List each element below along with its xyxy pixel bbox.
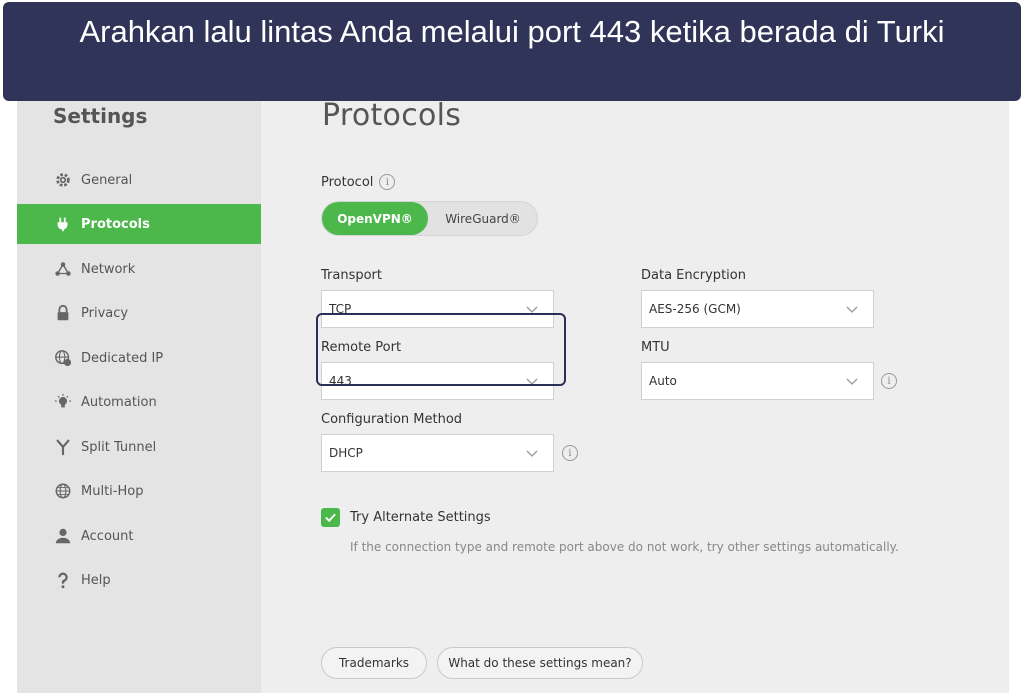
sidebar-item-label: Split Tunnel xyxy=(81,439,157,455)
settings-help-button[interactable]: What do these settings mean? xyxy=(437,647,643,679)
sidebar-item-label: Privacy xyxy=(81,305,129,321)
sidebar-item-protocols[interactable]: Protocols xyxy=(17,204,261,244)
sidebar-item-split-tunnel[interactable]: Split Tunnel xyxy=(17,427,261,467)
main-panel: Protocols Protocol i OpenVPN® WireGuard®… xyxy=(261,100,1009,693)
settings-window: Settings General Protocols Network Priva… xyxy=(17,100,1009,693)
gear-icon xyxy=(53,170,73,190)
question-icon xyxy=(53,570,73,590)
sidebar-item-help[interactable]: Help xyxy=(17,560,261,600)
sidebar-item-label: General xyxy=(81,172,133,188)
info-icon[interactable]: i xyxy=(881,373,897,389)
sidebar: Settings General Protocols Network Priva… xyxy=(17,100,261,693)
alternate-settings-label: Try Alternate Settings xyxy=(350,510,491,525)
config-method-select[interactable]: DHCP xyxy=(321,434,554,472)
alternate-settings-checkbox[interactable] xyxy=(321,508,340,527)
lightbulb-icon xyxy=(53,392,73,412)
checkmark-icon xyxy=(325,513,336,523)
sidebar-item-dedicated-ip[interactable]: Dedicated IP xyxy=(17,338,261,378)
sidebar-item-multi-hop[interactable]: Multi-Hop xyxy=(17,471,261,511)
trademarks-button[interactable]: Trademarks xyxy=(321,647,427,679)
data-encryption-value: AES-256 (GCM) xyxy=(649,302,741,316)
chevron-down-icon xyxy=(526,450,538,457)
sidebar-item-network[interactable]: Network xyxy=(17,249,261,289)
user-icon xyxy=(53,526,73,546)
chevron-down-icon xyxy=(846,378,858,385)
protocol-toggle: OpenVPN® WireGuard® xyxy=(321,201,538,236)
plug-icon xyxy=(53,214,73,234)
sidebar-item-account[interactable]: Account xyxy=(17,516,261,556)
sidebar-item-label: Multi-Hop xyxy=(81,483,144,499)
sidebar-item-general[interactable]: General xyxy=(17,160,261,200)
transport-label: Transport xyxy=(321,268,383,283)
protocol-label-row: Protocol i xyxy=(321,174,396,190)
sidebar-title: Settings xyxy=(53,104,148,128)
protocol-option-wireguard[interactable]: WireGuard® xyxy=(428,202,538,235)
globe-icon xyxy=(53,481,73,501)
data-encryption-select[interactable]: AES-256 (GCM) xyxy=(641,290,874,328)
protocol-option-openvpn[interactable]: OpenVPN® xyxy=(322,202,428,235)
sidebar-item-label: Help xyxy=(81,572,111,588)
info-icon[interactable]: i xyxy=(562,445,578,461)
sidebar-item-automation[interactable]: Automation xyxy=(17,382,261,422)
sidebar-item-label: Protocols xyxy=(81,216,150,232)
page-title: Protocols xyxy=(322,100,462,133)
mtu-value: Auto xyxy=(649,374,677,388)
lock-icon xyxy=(53,303,73,323)
config-method-value: DHCP xyxy=(329,446,363,460)
config-method-label: Configuration Method xyxy=(321,412,463,427)
network-icon xyxy=(53,259,73,279)
chevron-down-icon xyxy=(846,306,858,313)
split-icon xyxy=(53,437,73,457)
remote-port-highlight xyxy=(316,313,566,386)
mtu-label: MTU xyxy=(641,340,670,355)
data-encryption-label: Data Encryption xyxy=(641,268,746,283)
protocol-label: Protocol xyxy=(321,174,374,190)
globe-ip-icon xyxy=(53,348,73,368)
caption-banner: Arahkan lalu lintas Anda melalui port 44… xyxy=(3,2,1021,101)
sidebar-item-label: Network xyxy=(81,261,136,277)
sidebar-item-privacy[interactable]: Privacy xyxy=(17,293,261,333)
mtu-select[interactable]: Auto xyxy=(641,362,874,400)
sidebar-item-label: Dedicated IP xyxy=(81,350,164,366)
info-icon[interactable]: i xyxy=(379,174,396,190)
sidebar-item-label: Account xyxy=(81,528,134,544)
alternate-settings-description: If the connection type and remote port a… xyxy=(350,540,899,554)
sidebar-item-label: Automation xyxy=(81,394,157,410)
